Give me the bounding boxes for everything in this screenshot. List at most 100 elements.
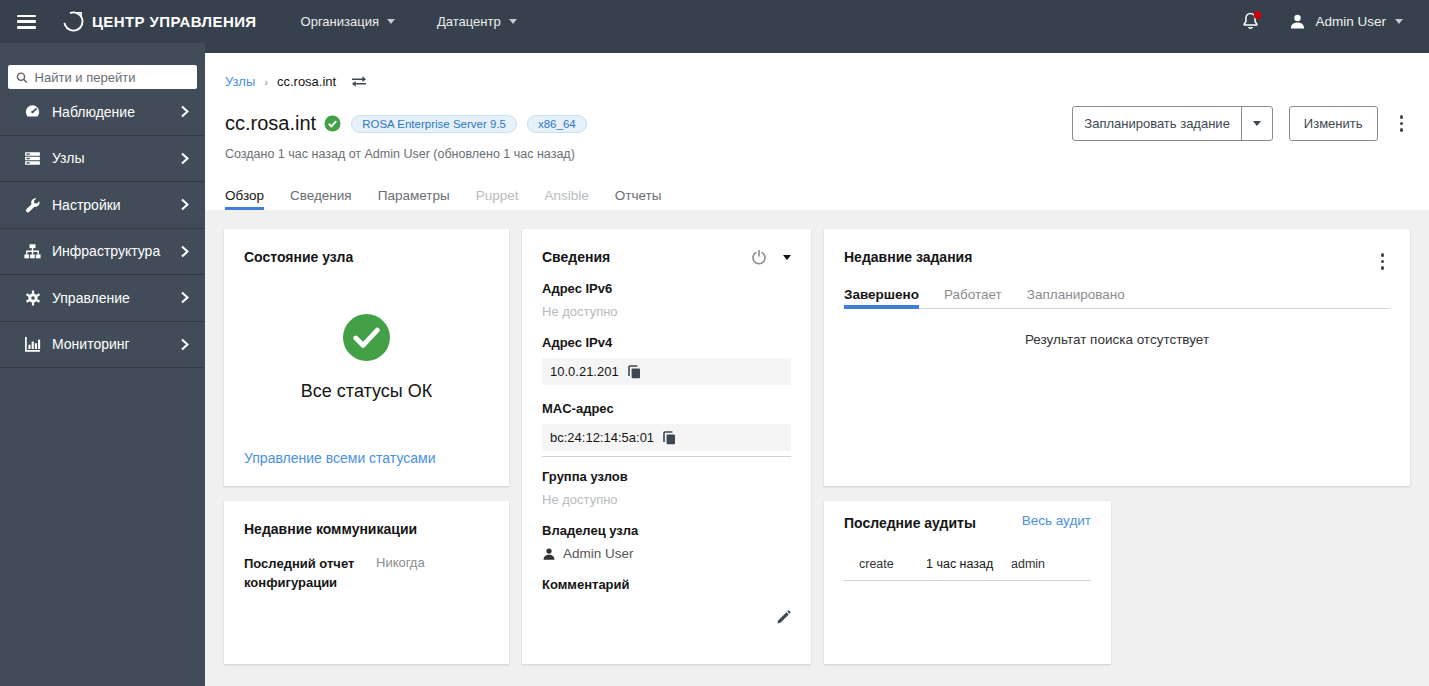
jobs-kebab-menu[interactable] — [1375, 249, 1391, 274]
os-badge: ROSA Enterprise Server 9.5 — [351, 115, 517, 133]
user-icon — [542, 547, 556, 561]
details-dropdown-icon[interactable] — [783, 255, 791, 260]
top-navbar: ЦЕНТР УПРАВЛЕНИЯ Организация Датацентр — [0, 0, 1429, 53]
sidebar-item-label: Наблюдение — [52, 104, 135, 120]
status-text: Все статусы ОК — [301, 381, 432, 402]
recent-audits-card: Последние аудиты Весь аудит create 1 час… — [824, 501, 1111, 664]
host-status-card: Состояние узла Все статусы ОК Управление… — [224, 229, 509, 486]
breadcrumb: Узлы › cc.rosa.int — [225, 53, 1409, 89]
sidebar-item-label: Инфраструктура — [52, 243, 160, 259]
notifications-button[interactable] — [1242, 12, 1259, 31]
host-subtitle: Создано 1 час назад от Admin User (обнов… — [225, 147, 1409, 161]
sidebar-item-hosts[interactable]: Узлы — [0, 136, 205, 183]
card-title: Состояние узла — [244, 249, 489, 265]
tab-ansible[interactable]: Ansible — [544, 188, 588, 210]
divider — [542, 456, 791, 457]
breadcrumb-current: cc.rosa.int — [277, 74, 336, 89]
search-icon — [16, 71, 28, 84]
sidebar-item-infrastructure[interactable]: Инфраструктура — [0, 229, 205, 276]
mac-value: bc:24:12:14:5a:01 — [542, 424, 791, 451]
card-title: Сведения — [542, 249, 610, 265]
chevron-down-icon — [387, 19, 395, 24]
details-card: Сведения Адрес IPv6 Не доступно Адрес IP… — [522, 229, 811, 664]
manage-statuses-link[interactable]: Управление всеми статусами — [244, 450, 489, 466]
wrench-icon — [25, 197, 41, 213]
sitemap-icon — [24, 243, 41, 260]
last-report-label: Последний отчет конфигурации — [244, 555, 362, 593]
card-title: Последние аудиты — [844, 515, 976, 531]
jobs-tab-running[interactable]: Работает — [944, 287, 1002, 308]
chevron-right-icon — [180, 152, 189, 165]
field-comment: Комментарий — [542, 577, 791, 625]
user-icon — [1289, 13, 1306, 30]
copy-icon[interactable] — [663, 431, 676, 445]
chevron-right-icon — [180, 245, 189, 258]
server-icon — [24, 150, 41, 167]
sidebar-item-label: Управление — [52, 290, 130, 306]
tab-parameters[interactable]: Параметры — [378, 188, 450, 210]
field-owner: Владелец узла Admin User — [542, 523, 791, 561]
tab-reports[interactable]: Отчеты — [615, 188, 662, 210]
recent-communications-card: Недавние коммуникации Последний отчет ко… — [224, 501, 509, 664]
host-tabs: Обзор Сведения Параметры Puppet Ansible … — [225, 188, 1409, 210]
tachometer-icon — [24, 103, 41, 120]
main-content: Узлы › cc.rosa.int cc.rosa.int ROSA Ente… — [205, 53, 1429, 686]
sidebar-item-label: Узлы — [52, 150, 85, 166]
breadcrumb-hosts-link[interactable]: Узлы — [225, 74, 255, 89]
search-input[interactable] — [35, 70, 189, 85]
chevron-right-icon — [180, 105, 189, 118]
gear-icon — [25, 290, 41, 306]
datacenter-menu[interactable]: Датацентр — [437, 14, 517, 29]
user-menu[interactable]: Admin User — [1289, 13, 1403, 30]
page-header: Узлы › cc.rosa.int cc.rosa.int ROSA Ente… — [205, 53, 1429, 210]
audit-row[interactable]: create 1 час назад admin — [844, 557, 1091, 581]
tab-puppet[interactable]: Puppet — [476, 188, 519, 210]
chevron-down-icon — [1253, 121, 1261, 126]
sidebar-item-administer[interactable]: Управление — [0, 275, 205, 322]
org-menu[interactable]: Организация — [301, 14, 395, 29]
sidebar: Наблюдение Узлы Настройки Инфраструктура… — [0, 43, 205, 686]
breadcrumb-separator: › — [264, 76, 268, 88]
sidebar-search[interactable] — [8, 65, 197, 89]
notification-badge — [1254, 11, 1262, 19]
sidebar-item-monitor[interactable]: Наблюдение — [0, 89, 205, 136]
copy-icon[interactable] — [628, 365, 641, 379]
brand-name: ЦЕНТР УПРАВЛЕНИЯ — [92, 13, 257, 30]
hamburger-menu-icon[interactable] — [17, 15, 36, 29]
field-ipv4: Адрес IPv4 10.0.21.201 — [542, 335, 791, 385]
schedule-job-dropdown[interactable] — [1241, 107, 1272, 140]
status-ok-icon — [324, 115, 341, 132]
edit-comment-icon[interactable] — [776, 610, 791, 625]
all-ok-check-icon — [343, 314, 390, 361]
owner-name: Admin User — [563, 546, 634, 561]
recent-jobs-card: Недавние задания Завершено Работает Запл… — [824, 229, 1410, 486]
all-audits-link[interactable]: Весь аудит — [1022, 513, 1091, 528]
card-title: Недавние задания — [844, 249, 972, 265]
field-hostgroup: Группа узлов Не доступно — [542, 469, 791, 507]
chevron-down-icon — [509, 19, 517, 24]
chart-icon — [24, 336, 41, 353]
jobs-tab-finished[interactable]: Завершено — [844, 287, 919, 308]
user-name: Admin User — [1315, 14, 1386, 29]
tab-details[interactable]: Сведения — [290, 188, 352, 210]
last-report-value: Никогда — [376, 555, 425, 593]
jobs-tab-scheduled[interactable]: Запланировано — [1027, 287, 1125, 308]
jobs-empty-text: Результат поиска отсутствует — [844, 332, 1390, 347]
power-icon[interactable] — [751, 249, 767, 265]
chevron-right-icon — [180, 291, 189, 304]
overview-content: Состояние узла Все статусы ОК Управление… — [205, 210, 1429, 683]
arch-badge: x86_64 — [527, 115, 587, 133]
header-kebab-menu[interactable] — [1394, 111, 1410, 136]
edit-button[interactable]: Изменить — [1289, 106, 1378, 141]
page-title: cc.rosa.int — [225, 112, 316, 135]
sidebar-item-label: Настройки — [52, 197, 121, 213]
sidebar-item-settings[interactable]: Настройки — [0, 182, 205, 229]
sidebar-item-monitoring[interactable]: Мониторинг — [0, 322, 205, 369]
chevron-right-icon — [180, 338, 189, 351]
switch-host-icon[interactable] — [351, 75, 367, 88]
card-title: Недавние коммуникации — [244, 521, 489, 537]
ipv4-value: 10.0.21.201 — [542, 358, 791, 385]
chevron-right-icon — [180, 198, 189, 211]
schedule-job-button[interactable]: Запланировать задание — [1072, 106, 1273, 141]
tab-overview[interactable]: Обзор — [225, 188, 264, 210]
